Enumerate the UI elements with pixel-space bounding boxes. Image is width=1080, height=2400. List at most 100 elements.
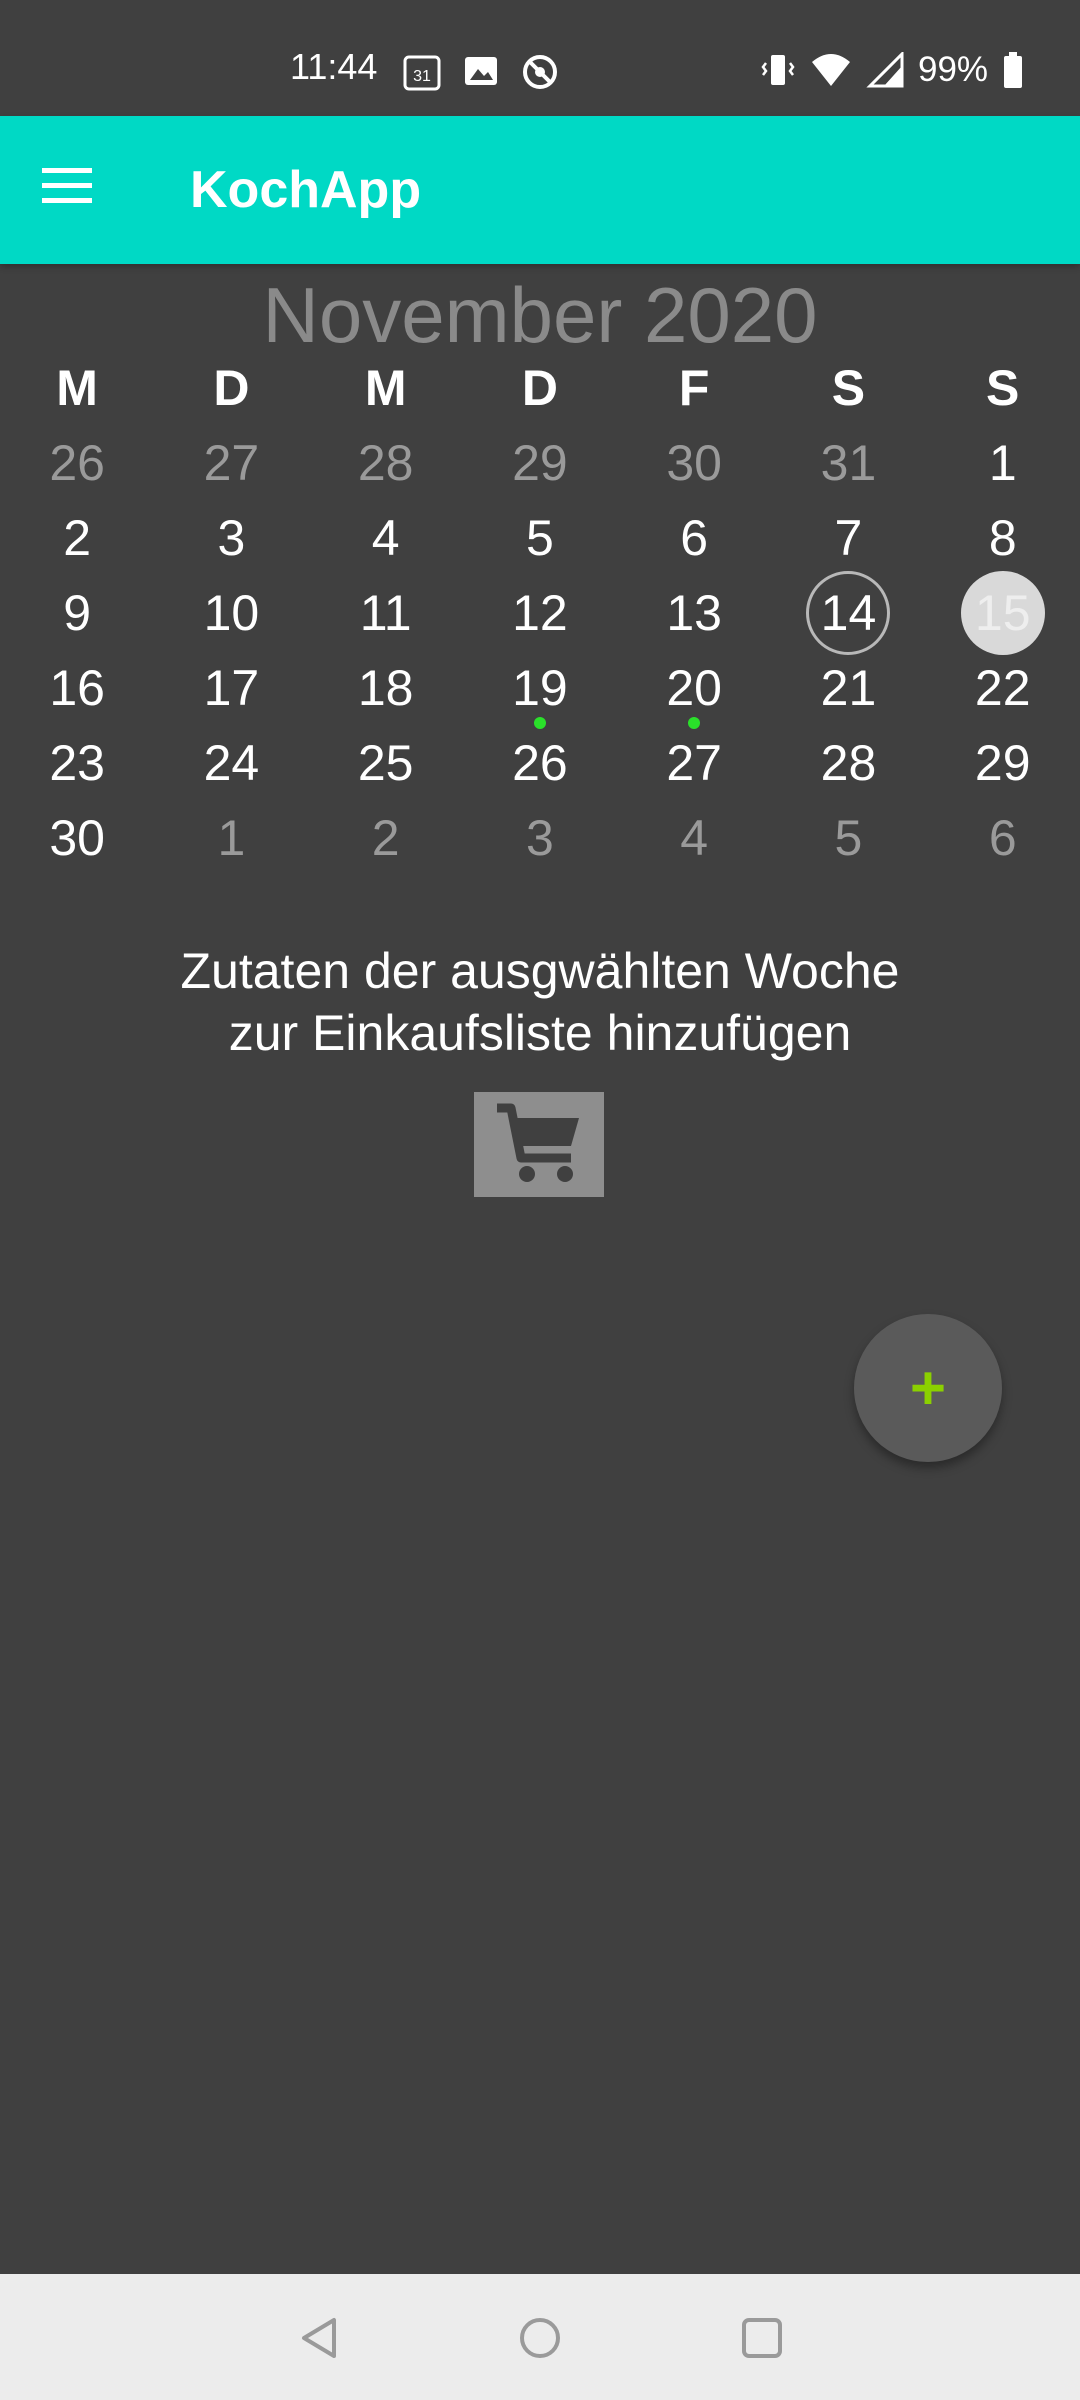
weekday-label: M (56, 359, 98, 416)
calendar-week-row: 23 24 25 26 27 28 29 (0, 725, 1080, 800)
calendar-day[interactable]: 10 (154, 575, 308, 650)
calendar-day-number: 27 (203, 434, 260, 491)
calendar-day[interactable]: 30 (0, 800, 154, 875)
add-to-shopping-list-button[interactable] (474, 1092, 604, 1197)
calendar-day[interactable]: 12 (463, 575, 617, 650)
calendar-day[interactable]: 4 (309, 500, 463, 575)
recents-icon[interactable] (738, 2314, 786, 2367)
calendar-day[interactable]: 26 (463, 725, 617, 800)
calendar-day-number: 11 (359, 584, 412, 641)
calendar-day[interactable]: 23 (0, 725, 154, 800)
hamburger-menu-icon[interactable] (40, 164, 104, 216)
calendar-day[interactable]: 6 (617, 500, 771, 575)
calendar-day[interactable]: 5 (771, 800, 925, 875)
calendar-day[interactable]: 9 (0, 575, 154, 650)
calendar-day[interactable]: 25 (309, 725, 463, 800)
calendar-day-number: 29 (512, 434, 568, 491)
calendar-day-number: 3 (217, 509, 246, 566)
system-navigation-bar (0, 2274, 1080, 2400)
calendar-day[interactable]: 6 (926, 800, 1080, 875)
calendar-day[interactable]: 2 (309, 800, 463, 875)
calendar-day-number: 19 (512, 659, 568, 716)
calendar-day-number: 8 (988, 509, 1017, 566)
calendar-icon-text: 31 (413, 68, 431, 85)
calendar-day[interactable]: 3 (154, 500, 308, 575)
vibrate-icon (760, 51, 796, 89)
calendar-day-today[interactable]: 14 (771, 570, 925, 655)
wifi-icon (810, 52, 852, 88)
calendar-day[interactable]: 20 (617, 650, 771, 729)
weekday-label: S (831, 359, 866, 416)
calendar-day[interactable]: 19 (463, 650, 617, 729)
calendar-day[interactable]: 7 (771, 500, 925, 575)
shopping-cart-icon (491, 1100, 587, 1190)
calendar-day[interactable]: 22 (926, 650, 1080, 725)
calendar-day-number: 31 (820, 434, 877, 491)
calendar-day[interactable]: 26 (0, 425, 154, 500)
calendar-day-number: 4 (371, 509, 400, 566)
calendar-day-number: 24 (203, 734, 260, 791)
calendar-day[interactable]: 29 (926, 725, 1080, 800)
calendar-day[interactable]: 13 (617, 575, 771, 650)
calendar-week-row: 26 27 28 29 30 31 1 (0, 425, 1080, 500)
back-icon[interactable] (296, 2314, 344, 2367)
calendar-day[interactable]: 3 (463, 800, 617, 875)
weekday-label: S (986, 359, 1020, 416)
calendar-day-number: 15 (974, 584, 1031, 641)
calendar-day-number: 2 (371, 809, 400, 866)
calendar-day[interactable]: 21 (771, 650, 925, 725)
signal-icon (866, 52, 904, 88)
calendar-day-number: 3 (526, 809, 554, 866)
calendar-day-number: 29 (974, 734, 1031, 791)
battery-icon (1002, 51, 1024, 89)
calendar-day[interactable]: 29 (463, 425, 617, 500)
weekday-label: D (213, 359, 250, 416)
calendar-week-row: 30 1 2 3 4 5 6 (0, 800, 1080, 875)
calendar-day-selected[interactable]: 15 (926, 570, 1080, 655)
calendar-day[interactable]: 31 (771, 425, 925, 500)
calendar-day[interactable]: 27 (154, 425, 308, 500)
calendar-day[interactable]: 2 (0, 500, 154, 575)
home-icon[interactable] (516, 2314, 564, 2367)
calendar-day-number: 4 (680, 809, 709, 866)
calendar-day[interactable]: 30 (617, 425, 771, 500)
calendar-day-number: 1 (217, 809, 246, 866)
add-recipe-fab[interactable]: + (854, 1314, 1002, 1462)
calendar-day[interactable]: 17 (154, 650, 308, 725)
calendar-day-number: 30 (666, 434, 722, 491)
calendar-day[interactable]: 28 (309, 425, 463, 500)
calendar-day-number: 22 (974, 659, 1031, 716)
weekday-label: D (521, 359, 558, 416)
status-notification-icons: 31 (402, 52, 560, 92)
calendar-day-number: 25 (357, 734, 414, 791)
calendar-day[interactable]: 4 (617, 800, 771, 875)
sync-off-icon (520, 52, 560, 92)
app-bar: KochApp (0, 116, 1080, 264)
calendar-day-number: 26 (512, 734, 568, 791)
calendar-day-number: 6 (680, 509, 709, 566)
calendar-week-row: 16 17 18 19 20 21 22 (0, 650, 1080, 729)
status-time: 11:44 (290, 46, 378, 87)
calendar-day-number: 5 (834, 809, 863, 866)
calendar-day[interactable]: 11 (309, 575, 463, 650)
battery-percentage: 99% (918, 50, 989, 89)
calendar-day-number: 9 (63, 584, 92, 641)
calendar-day[interactable]: 1 (154, 800, 308, 875)
calendar-day-number: 2 (63, 509, 92, 566)
calendar-day[interactable]: 24 (154, 725, 308, 800)
calendar-day-number: 28 (357, 434, 414, 491)
status-system-icons: 99% (760, 50, 1024, 90)
calendar-day[interactable]: 28 (771, 725, 925, 800)
calendar-day[interactable]: 1 (926, 425, 1080, 500)
calendar-day[interactable]: 16 (0, 650, 154, 725)
calendar-day-number: 26 (49, 434, 105, 491)
calendar-day-number: 17 (203, 659, 260, 716)
instruction-line-2: zur Einkaufsliste hinzufügen (228, 1005, 852, 1061)
calendar-week-row: 2 3 4 5 6 7 8 (0, 500, 1080, 575)
calendar-day-number: 14 (820, 584, 877, 641)
calendar-day-number: 6 (988, 809, 1017, 866)
calendar-day[interactable]: 27 (617, 725, 771, 800)
calendar-day[interactable]: 8 (926, 500, 1080, 575)
calendar-day[interactable]: 5 (463, 500, 617, 575)
calendar-day[interactable]: 18 (309, 650, 463, 725)
